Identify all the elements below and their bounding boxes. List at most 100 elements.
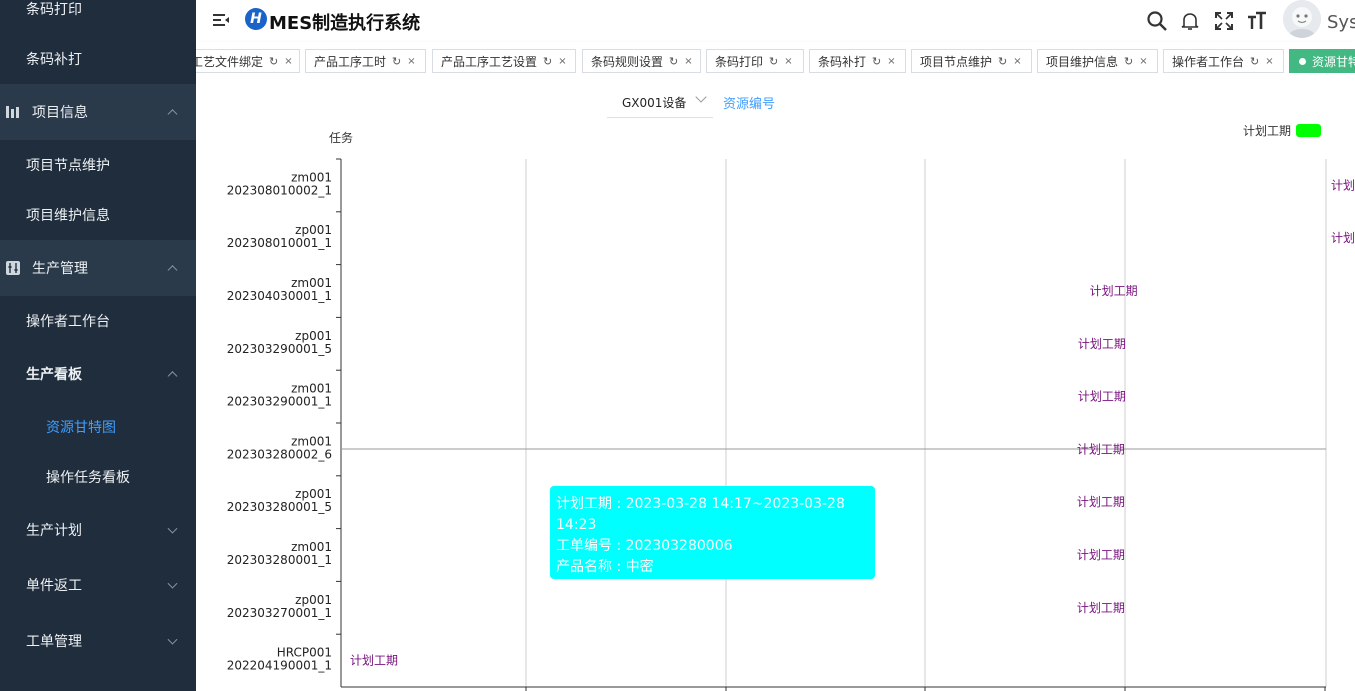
sidebar-item-label: 单件返工 — [26, 578, 82, 594]
close-icon[interactable]: × — [558, 56, 566, 67]
sidebar-item-0[interactable]: 条码打印 — [0, 0, 196, 36]
sidebar-item-3[interactable]: 项目节点维护 — [0, 138, 196, 192]
sidebar-item-label: 操作者工作台 — [26, 314, 110, 330]
tab-0[interactable]: 工艺文件绑定 ↻ × — [196, 49, 300, 73]
close-icon[interactable]: × — [284, 56, 292, 67]
tab-5[interactable]: 条码补打 ↻ × — [809, 49, 906, 73]
sidebar-item-9[interactable]: 操作任务看板 — [0, 450, 196, 504]
tooltip-line: 计划工期 : 2023-03-28 14:17~2023-03-28 14:23 — [556, 496, 845, 533]
sidebar-item-label: 操作任务看板 — [46, 470, 130, 486]
menu-fold-icon[interactable] — [213, 12, 229, 28]
sidebar-item-4[interactable]: 项目维护信息 — [0, 188, 196, 242]
y-tick-label: zm001 — [291, 382, 332, 396]
refresh-icon[interactable]: ↻ — [1250, 55, 1259, 68]
sidebar-item-6[interactable]: 操作者工作台 — [0, 294, 196, 348]
y-tick-label: zp001 — [295, 593, 332, 607]
chevron-down-icon — [167, 634, 178, 645]
refresh-icon[interactable]: ↻ — [392, 55, 401, 68]
gantt-bar-label[interactable]: 计划工期 — [1078, 390, 1126, 404]
tab-2[interactable]: 产品工序工艺设置 ↻ × — [432, 49, 576, 73]
close-icon[interactable]: × — [887, 56, 895, 67]
top-header: H MES制造执行系统 Sys — [196, 0, 1355, 42]
refresh-icon[interactable]: ↻ — [669, 55, 678, 68]
sidebar-item-label: 生产看板 — [26, 367, 82, 383]
tab-6[interactable]: 项目节点维护 ↻ × — [911, 49, 1032, 73]
y-tick-label: zp001 — [295, 487, 332, 501]
y-tick-label: 202303290001_5 — [227, 342, 332, 356]
tooltip-line: 工单编号 : 202303280006 — [556, 538, 733, 554]
gantt-bar-label[interactable]: 计划工期 — [1077, 601, 1125, 615]
username[interactable]: Sys — [1327, 12, 1355, 33]
sliders-icon — [6, 261, 20, 275]
gantt-bar-label[interactable]: 计划工期 — [1077, 442, 1125, 456]
tab-9[interactable]: 资源甘特图 — [1289, 49, 1355, 73]
sidebar-item-8[interactable]: 资源甘特图 — [0, 400, 196, 454]
sidebar-item-10[interactable]: 生产计划 — [0, 503, 196, 557]
gantt-bar-label[interactable]: 计划工期 — [1090, 284, 1138, 298]
tab-1[interactable]: 产品工序工时 ↻ × — [305, 49, 426, 73]
gantt-bar-label[interactable]: 计划工期 — [350, 654, 398, 668]
close-icon[interactable]: × — [1013, 56, 1021, 67]
chart-tooltip: 计划工期 : 2023-03-28 14:17~2023-03-28 14:23… — [550, 486, 875, 596]
chevron-down-icon — [167, 578, 178, 589]
y-tick-label: 202303290001_1 — [227, 395, 332, 409]
sidebar-item-2[interactable]: 项目信息 — [0, 84, 196, 140]
gantt-content: GX001设备 资源编号 计划工期 任务 zm001 202308010002_1 计… — [196, 80, 1355, 691]
close-icon[interactable]: × — [1139, 56, 1147, 67]
y-tick-label: 202303280001_5 — [227, 500, 332, 514]
chevron-down-icon — [167, 523, 178, 534]
refresh-icon[interactable]: ↻ — [543, 55, 552, 68]
sidebar-item-11[interactable]: 单件返工 — [0, 558, 196, 612]
y-tick-label: 202308010002_1 — [227, 183, 332, 197]
chevron-up-icon — [167, 371, 178, 382]
chevron-up-icon — [167, 109, 178, 120]
sidebar-item-1[interactable]: 条码补打 — [0, 32, 196, 86]
tooltip-line: 产品名称 : 中密 — [556, 559, 654, 575]
y-tick-label: 202308010001_1 — [227, 236, 332, 250]
avatar[interactable] — [1283, 0, 1321, 38]
gantt-bar-label[interactable]: 计划工期 — [1077, 495, 1125, 509]
tab-8[interactable]: 操作者工作台 ↻ × — [1163, 49, 1284, 73]
sidebar-item-label: 条码补打 — [26, 52, 82, 68]
gantt-bar-label[interactable]: 计划工期 — [1077, 548, 1125, 562]
close-icon[interactable]: × — [407, 56, 415, 67]
sidebar-item-label: 生产管理 — [32, 261, 88, 277]
sidebar-item-label: 资源甘特图 — [46, 420, 116, 436]
tab-label: 项目维护信息 — [1046, 54, 1119, 69]
close-icon[interactable]: × — [1265, 56, 1273, 67]
y-tick-label: 202204190001_1 — [227, 659, 332, 673]
bell-icon[interactable] — [1179, 10, 1201, 32]
close-icon[interactable]: × — [684, 56, 692, 67]
search-icon[interactable] — [1146, 10, 1168, 32]
sidebar-item-label: 项目信息 — [32, 105, 88, 121]
font-size-icon[interactable] — [1246, 10, 1268, 32]
refresh-icon[interactable]: ↻ — [269, 55, 278, 68]
fullscreen-icon[interactable] — [1213, 10, 1235, 32]
gantt-bar-label[interactable]: 计划工期 — [1331, 231, 1355, 245]
tab-3[interactable]: 条码规则设置 ↻ × — [582, 49, 701, 73]
tab-label: 资源甘特图 — [1312, 54, 1355, 69]
gantt-bar-label[interactable]: 计划工期 — [1331, 178, 1355, 192]
sidebar-item-7[interactable]: 生产看板 — [0, 347, 196, 401]
sidebar-item-label: 工单管理 — [26, 634, 82, 650]
tab-label: 条码打印 — [715, 54, 764, 69]
refresh-icon[interactable]: ↻ — [769, 55, 778, 68]
tab-4[interactable]: 条码打印 ↻ × — [706, 49, 804, 73]
close-icon[interactable]: × — [784, 56, 792, 67]
app-title: MES制造执行系统 — [269, 13, 421, 34]
sidebar-item-label: 项目节点维护 — [26, 158, 110, 174]
sidebar-item-12[interactable]: 工单管理 — [0, 614, 196, 668]
y-tick-label: 202303280002_6 — [227, 447, 332, 461]
gantt-bar-label[interactable]: 计划工期 — [1078, 337, 1126, 351]
refresh-icon[interactable]: ↻ — [1124, 55, 1133, 68]
refresh-icon[interactable]: ↻ — [998, 55, 1007, 68]
tab-7[interactable]: 项目维护信息 ↻ × — [1037, 49, 1158, 73]
tab-label: 条码规则设置 — [591, 54, 664, 69]
tags-view-bar: 工艺文件绑定 ↻ × 产品工序工时 ↻ × 产品工序工艺设置 ↻ × 条码规则设置 ↻ × 条码打印 ↻ ×… — [196, 42, 1355, 81]
tab-label: 工艺文件绑定 — [196, 54, 264, 69]
tab-label: 项目节点维护 — [920, 54, 993, 69]
refresh-icon[interactable]: ↻ — [872, 55, 881, 68]
y-tick-label: zp001 — [295, 329, 332, 343]
avatar-face-icon — [1283, 0, 1321, 38]
sidebar-item-5[interactable]: 生产管理 — [0, 240, 196, 296]
